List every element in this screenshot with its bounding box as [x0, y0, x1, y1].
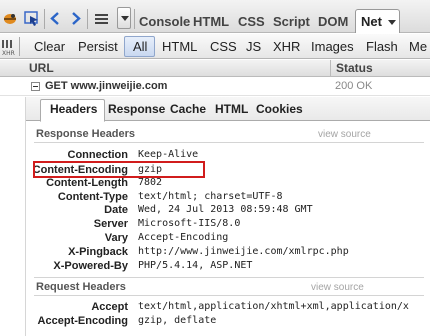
- xhr-icon-label: XHR: [2, 50, 15, 57]
- header-value: Accept-Encoding: [138, 232, 229, 243]
- header-name: X-Pingback: [68, 246, 128, 258]
- filter-all-button[interactable]: All: [124, 36, 155, 57]
- firebug-icon[interactable]: [2, 11, 18, 25]
- net-column-header: URL Status: [0, 60, 430, 77]
- filter-flash-button[interactable]: Flash: [366, 34, 398, 59]
- filter-css-button[interactable]: CSS: [210, 34, 237, 59]
- toolbar-separator: [134, 9, 135, 29]
- toolbar-separator: [44, 9, 45, 29]
- header-name: Content-Length: [46, 177, 128, 189]
- persist-button[interactable]: Persist: [78, 34, 118, 59]
- header-name: Accept-Encoding: [37, 315, 128, 327]
- tab-script[interactable]: Script: [273, 0, 310, 33]
- header-value: Microsoft-IIS/8.0: [138, 218, 241, 229]
- request-headers-title: Request Headers: [36, 281, 126, 293]
- column-divider[interactable]: [330, 60, 331, 77]
- tab-css[interactable]: CSS: [238, 0, 265, 33]
- filter-xhr-button[interactable]: XHR: [273, 34, 300, 59]
- response-headers-title: Response Headers: [36, 128, 136, 140]
- tab-response[interactable]: Response: [108, 102, 165, 116]
- section-divider: [34, 142, 424, 143]
- tab-console[interactable]: Console: [139, 0, 190, 33]
- header-name: Vary: [104, 232, 128, 244]
- tab-cookies[interactable]: Cookies: [256, 102, 303, 116]
- filter-html-button[interactable]: HTML: [162, 34, 197, 59]
- clear-button[interactable]: Clear: [34, 34, 65, 59]
- tab-html[interactable]: HTML: [215, 102, 248, 116]
- header-name: Server: [93, 218, 128, 230]
- request-url[interactable]: GET www.jinweijie.com: [45, 80, 167, 92]
- tab-net-label: Net: [361, 14, 382, 29]
- section-divider: [34, 295, 424, 296]
- tab-net[interactable]: Net: [355, 9, 400, 33]
- header-value: Keep-Alive: [138, 149, 199, 160]
- tab-cache[interactable]: Cache: [170, 102, 206, 116]
- request-view-source-link[interactable]: view source: [311, 282, 364, 293]
- xhr-bars-icon[interactable]: XHR: [1, 37, 15, 57]
- header-value: text/html; charset=UTF-8: [138, 191, 283, 202]
- back-arrow-icon[interactable]: [50, 12, 60, 25]
- header-name: Date: [104, 204, 128, 216]
- chevron-down-icon[interactable]: [388, 20, 396, 25]
- response-view-source-link[interactable]: view source: [318, 129, 371, 140]
- forward-arrow-icon[interactable]: [71, 12, 81, 25]
- tab-dom[interactable]: DOM: [318, 0, 348, 33]
- tab-headers-label[interactable]: Headers: [50, 102, 97, 116]
- menu-lines-icon[interactable]: [95, 13, 109, 25]
- panel-menu-dropdown[interactable]: [117, 7, 131, 29]
- header-name: X-Powered-By: [53, 260, 128, 272]
- header-value: Wed, 24 Jul 2013 08:59:48 GMT: [138, 204, 313, 215]
- inspect-element-icon[interactable]: [24, 11, 40, 26]
- header-value: 7802: [138, 177, 163, 188]
- header-name: Connection: [67, 149, 129, 161]
- filter-js-button[interactable]: JS: [246, 34, 261, 59]
- toolbar-separator: [19, 37, 20, 56]
- detail-tabs: Headers Response Cache HTML Cookies: [26, 97, 430, 122]
- header-value: PHP/5.4.14, ASP.NET: [138, 260, 253, 271]
- section-divider: [34, 277, 424, 278]
- column-status[interactable]: Status: [336, 61, 373, 75]
- column-url[interactable]: URL: [29, 61, 54, 75]
- collapse-icon[interactable]: [31, 82, 40, 91]
- request-status: 200 OK: [335, 80, 373, 92]
- toolbar-separator: [87, 9, 88, 29]
- firebug-main-toolbar: Console HTML CSS Script DOM Net: [0, 0, 430, 33]
- header-name: Accept: [91, 301, 128, 313]
- filter-images-button[interactable]: Images: [311, 34, 354, 59]
- chevron-down-icon: [121, 16, 129, 21]
- header-value: http://www.jinweijie.com/xmlrpc.php: [138, 246, 349, 257]
- net-filter-toolbar: XHR Clear Persist All HTML CSS JS XHR Im…: [0, 34, 430, 59]
- filter-media-button[interactable]: Me: [409, 34, 427, 59]
- request-row[interactable]: GET www.jinweijie.com 200 OK: [0, 78, 430, 96]
- header-value: gzip, deflate: [138, 315, 217, 326]
- header-name: Content-Type: [57, 191, 128, 203]
- filter-all-label: All: [133, 39, 148, 54]
- content-encoding-highlight-box: [33, 161, 205, 178]
- request-detail-panel: Headers Response Cache HTML Cookies Resp…: [25, 97, 430, 336]
- header-value: text/html,application/xhtml+xml,applicat…: [138, 301, 409, 312]
- tab-html[interactable]: HTML: [193, 0, 229, 33]
